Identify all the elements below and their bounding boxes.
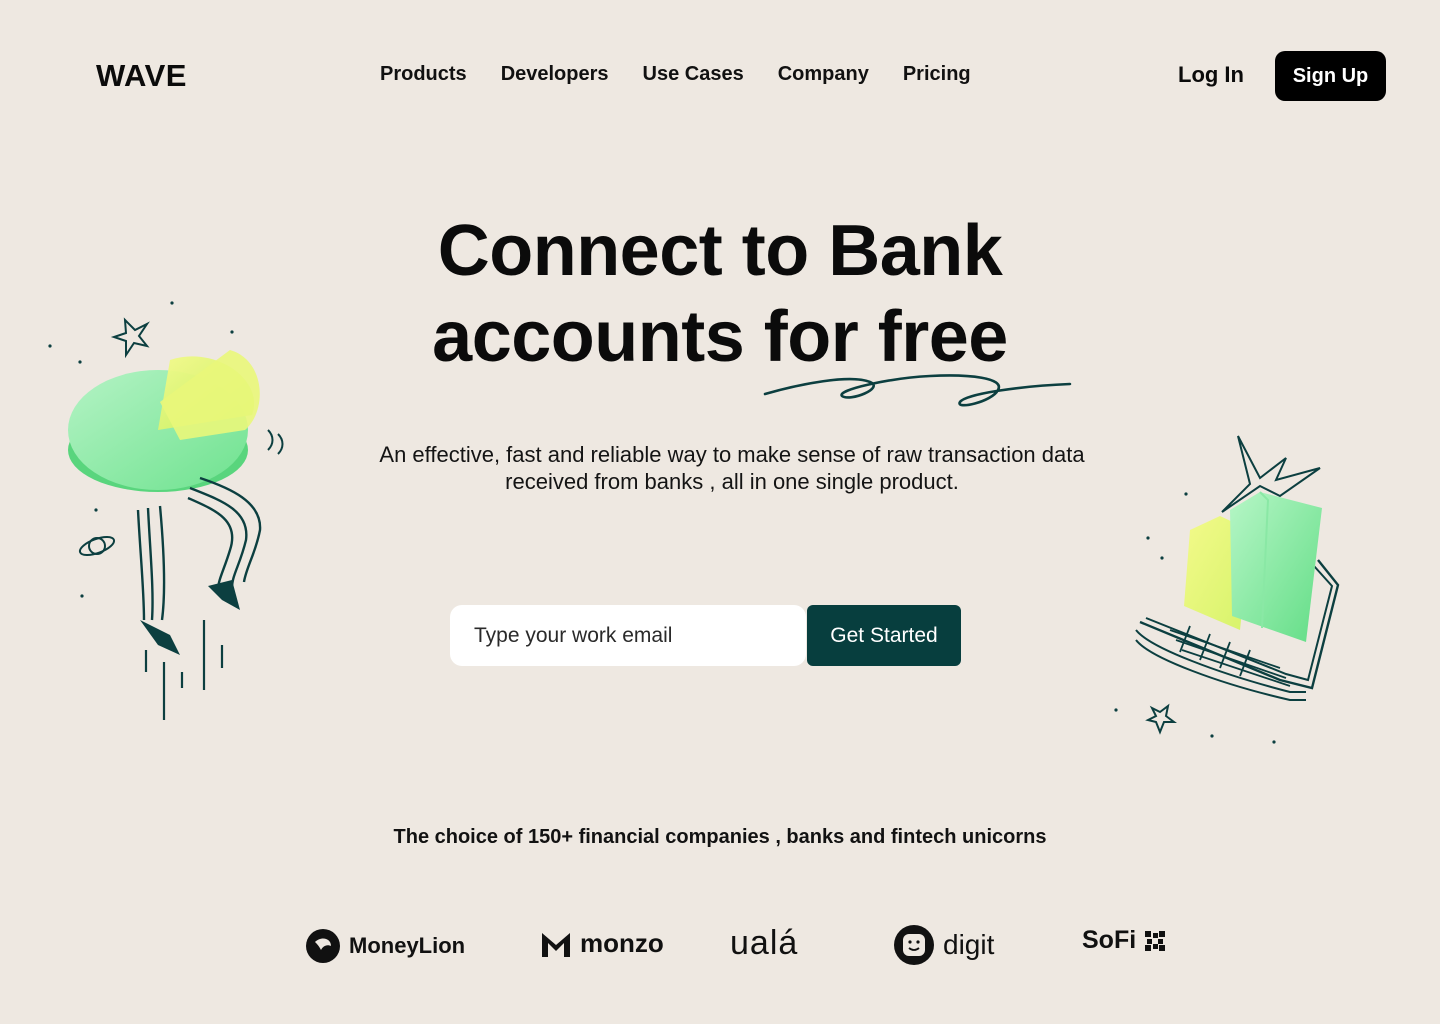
nav-developers[interactable]: Developers bbox=[501, 63, 609, 86]
uala-wordmark: ualá bbox=[730, 924, 799, 962]
digit-wordmark: digit bbox=[943, 929, 995, 960]
get-started-button[interactable]: Get Started bbox=[807, 605, 961, 666]
monzo-logo: monzo bbox=[540, 928, 664, 959]
uala-logo: ualá bbox=[730, 924, 798, 963]
main-nav: Products Developers Use Cases Company Pr… bbox=[380, 63, 1005, 86]
moneylion-logo: MoneyLion bbox=[305, 928, 465, 964]
signup-button[interactable]: Sign Up bbox=[1275, 51, 1386, 101]
nav-pricing[interactable]: Pricing bbox=[903, 63, 971, 86]
lion-icon bbox=[306, 929, 340, 963]
squiggle-underline-icon bbox=[763, 374, 1072, 407]
pie-chart-figure-illustration bbox=[48, 301, 284, 720]
sofi-pattern-icon bbox=[1145, 930, 1166, 951]
nav-products[interactable]: Products bbox=[380, 63, 467, 86]
monzo-m-icon bbox=[542, 932, 570, 957]
digit-face-icon bbox=[894, 925, 934, 965]
monzo-wordmark: monzo bbox=[580, 928, 664, 958]
hero-title-line-1: Connect to Bank bbox=[437, 211, 1003, 291]
partner-logos: MoneyLion monzo ualá digit SoFi bbox=[0, 920, 1440, 980]
hero-subtitle: An effective, fast and reliable way to m… bbox=[379, 442, 1085, 494]
email-input[interactable] bbox=[450, 605, 806, 666]
nav-use-cases[interactable]: Use Cases bbox=[643, 63, 744, 86]
trust-heading: The choice of 150+ financial companies ,… bbox=[393, 826, 1047, 848]
digit-logo: digit bbox=[893, 924, 994, 966]
login-link[interactable]: Log In bbox=[1178, 62, 1244, 88]
nav-company[interactable]: Company bbox=[778, 63, 869, 86]
sofi-wordmark: SoFi bbox=[1082, 926, 1137, 954]
brand-logo[interactable]: WAVE bbox=[96, 58, 187, 94]
laptop-bar-chart-illustration bbox=[1114, 435, 1340, 744]
moneylion-wordmark: MoneyLion bbox=[349, 933, 466, 958]
sofi-logo: SoFi bbox=[1082, 926, 1166, 955]
